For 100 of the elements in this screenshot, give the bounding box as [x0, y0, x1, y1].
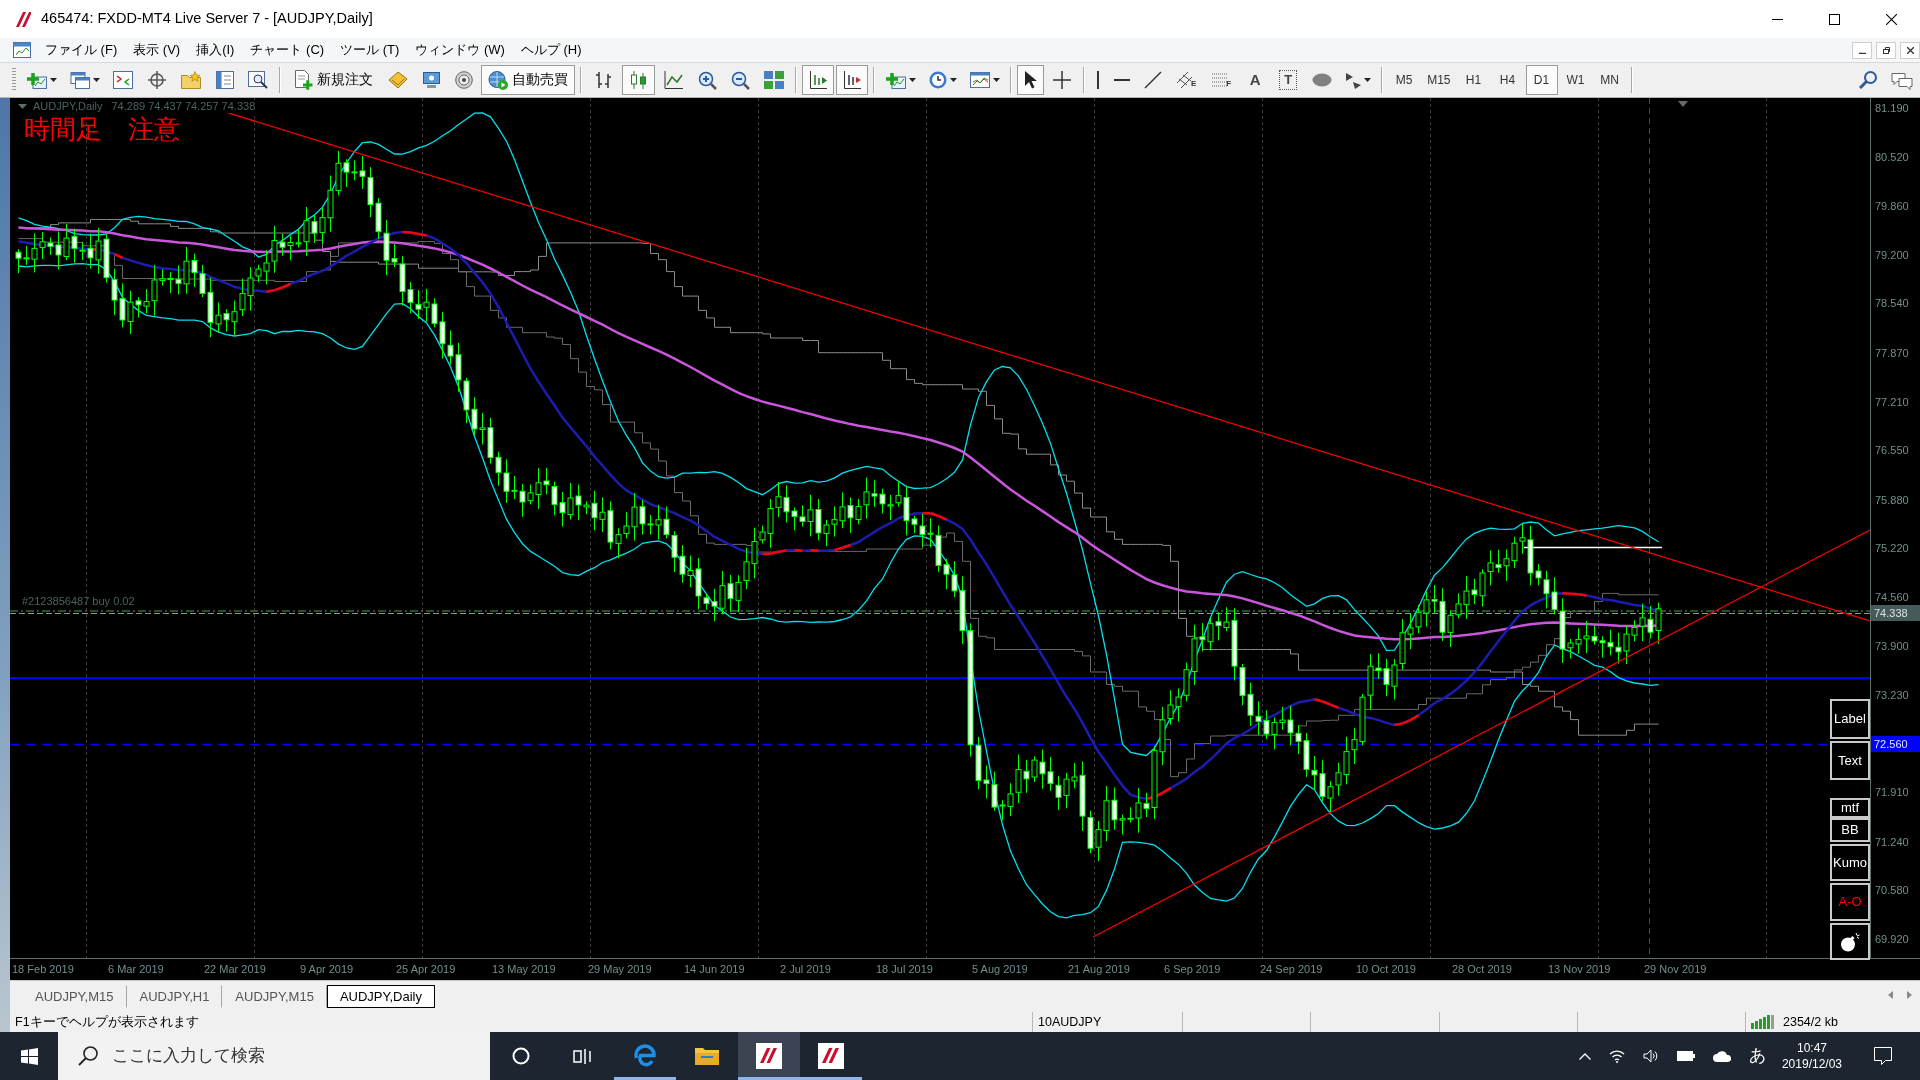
date-label: 22 Mar 2019 [204, 962, 267, 978]
minimize-icon[interactable] [1772, 18, 1783, 20]
notification-icon[interactable] [1874, 1047, 1892, 1065]
windows-logo-icon[interactable] [20, 1047, 38, 1065]
price-label: 71.240 [1875, 834, 1909, 849]
toolbar-grip[interactable] [12, 68, 16, 92]
bomb-button[interactable] [1830, 923, 1870, 960]
caret-icon[interactable] [950, 78, 957, 82]
search-field[interactable]: ここに入力して検索 [58, 1032, 490, 1080]
chart-shift-button[interactable] [802, 65, 834, 95]
magnifier-window-icon[interactable] [248, 71, 268, 89]
chart-window-icon[interactable] [13, 42, 31, 58]
menu-item[interactable]: ウィンドウ (W) [407, 39, 513, 61]
chevron-up-icon[interactable] [1578, 1052, 1591, 1060]
zoom-out-icon[interactable] [731, 70, 750, 90]
date-label: 21 Aug 2019 [1068, 962, 1131, 978]
line-chart-icon [664, 71, 683, 89]
close-icon [1906, 46, 1914, 54]
timeframe-button[interactable]: D1 [1525, 65, 1558, 95]
maximize-icon[interactable] [1829, 13, 1840, 25]
cursor-button[interactable] [1017, 65, 1044, 95]
scroll-right-icon[interactable] [1907, 991, 1912, 999]
menu-item[interactable]: 挿入(I) [188, 39, 243, 61]
horizontal-line-icon[interactable] [1114, 78, 1130, 82]
chart-plus-icon[interactable] [27, 71, 47, 89]
chart-button[interactable]: Label [1830, 699, 1870, 739]
chart-plus-icon[interactable] [886, 71, 906, 89]
ime-indicator[interactable]: あ [1748, 1043, 1766, 1069]
template-chart-icon[interactable] [970, 71, 990, 89]
volume-icon[interactable] [1642, 1049, 1659, 1063]
profile-name: 10AUDJPY [1038, 1014, 1102, 1031]
price-label: 80.520 [1875, 150, 1909, 165]
menu-item[interactable]: チャート (C) [242, 39, 333, 61]
caret-icon[interactable] [50, 78, 57, 82]
scroll-left-icon[interactable] [1888, 991, 1893, 999]
close-button[interactable] [1900, 41, 1920, 59]
zoom-in-icon[interactable] [698, 70, 717, 90]
caret-icon[interactable] [993, 78, 1000, 82]
timeframe-button[interactable]: H1 [1457, 65, 1490, 95]
chart-button[interactable]: BB [1830, 818, 1870, 842]
menu-item[interactable]: ツール (T) [332, 39, 408, 61]
date-label: 29 Nov 2019 [1644, 962, 1708, 978]
bar-chart-icon [594, 71, 613, 89]
menu-item[interactable]: 表示 (V) [125, 39, 189, 61]
timeframe-button[interactable]: H4 [1491, 65, 1524, 95]
restore-button[interactable] [1876, 41, 1896, 59]
menu-item[interactable]: ヘルプ (H) [512, 39, 590, 61]
task-view-icon[interactable] [573, 1047, 593, 1065]
channel-tool-button[interactable]: E [1170, 65, 1204, 95]
chart-button[interactable]: Text [1830, 741, 1870, 780]
chart-tab[interactable]: AUDJPY,Daily [326, 985, 435, 1008]
circle-icon[interactable] [512, 1047, 530, 1065]
timeframe-button[interactable]: M15 [1422, 65, 1456, 95]
search-icon[interactable] [1859, 71, 1877, 89]
date-label: 24 Sep 2019 [1260, 962, 1324, 978]
battery-icon[interactable] [1676, 1051, 1695, 1061]
caret-icon[interactable] [93, 78, 100, 82]
tile-windows-icon[interactable] [764, 71, 784, 89]
window-arrows-icon[interactable] [113, 71, 133, 89]
caret-icon[interactable] [1364, 78, 1372, 82]
target-icon[interactable] [147, 71, 167, 89]
fibonacci-tool-button[interactable]: F [1205, 65, 1239, 95]
window-list-icon[interactable] [215, 71, 234, 89]
price-label: 70.580 [1875, 883, 1909, 898]
monitor-icon[interactable] [422, 71, 441, 89]
text-tool-button[interactable]: A [1240, 65, 1271, 95]
taskbar-button[interactable] [738, 1032, 800, 1080]
window-stack-icon[interactable] [70, 71, 90, 89]
caret-icon[interactable] [909, 78, 916, 82]
new-order-button[interactable]: 新規注文 [286, 65, 380, 95]
autotrading-button[interactable]: 自動売買 [481, 65, 575, 95]
timeframe-button[interactable]: MN [1593, 65, 1626, 95]
close-icon[interactable] [1886, 13, 1897, 25]
arrows-icon[interactable] [1346, 71, 1362, 89]
chart-button[interactable]: Kumo [1830, 844, 1870, 881]
timeframe-button[interactable]: M5 [1388, 65, 1421, 95]
vertical-line-icon[interactable] [1096, 71, 1100, 89]
chart-button[interactable]: A-O [1830, 883, 1870, 921]
clock-icon[interactable] [929, 71, 947, 89]
cloud-icon[interactable] [1712, 1050, 1732, 1062]
trendline-icon[interactable] [1144, 71, 1162, 89]
menu-item[interactable]: ファイル (F) [37, 39, 126, 61]
chart-tab[interactable]: AUDJPY,M15 [22, 985, 127, 1008]
chat-icon[interactable] [1891, 70, 1913, 90]
price-label: 73.230 [1875, 687, 1909, 702]
chart-button[interactable]: mtf [1830, 798, 1870, 818]
price-tag: 72.560 [1871, 736, 1920, 752]
clock-time: 10:47 [1795, 1040, 1828, 1056]
chart-tab[interactable]: AUDJPY,H1 [126, 985, 223, 1008]
ellipse-icon[interactable] [1312, 73, 1333, 87]
chart-tab[interactable]: AUDJPY,M15 [222, 985, 327, 1008]
autoscroll-button[interactable] [836, 65, 868, 95]
candlestick-button[interactable] [622, 65, 655, 95]
diamond-icon[interactable] [388, 71, 408, 89]
star-folder-icon[interactable] [181, 71, 201, 89]
timeframe-button[interactable]: W1 [1559, 65, 1592, 95]
wifi-icon[interactable] [1608, 1049, 1625, 1063]
label-tool-button[interactable]: T [1279, 70, 1298, 90]
rings-icon[interactable] [455, 71, 473, 89]
triangle-marker-icon[interactable] [1678, 101, 1688, 107]
